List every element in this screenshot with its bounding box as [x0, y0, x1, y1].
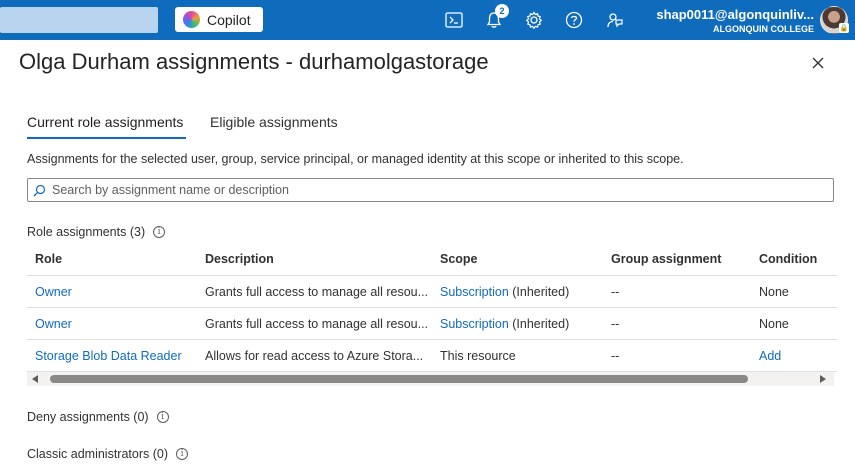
close-button[interactable] [808, 53, 828, 73]
condition-value: None [759, 284, 789, 299]
settings-gear-icon[interactable] [522, 8, 546, 32]
column-header-description[interactable]: Description [205, 243, 433, 275]
classic-administrators-label: Classic administrators (0) [27, 447, 169, 461]
role-assignments-table: Role Description Scope Group assignment … [27, 243, 837, 372]
group-assignment-value: -- [611, 284, 620, 299]
role-link[interactable]: Storage Blob Data Reader [35, 340, 200, 371]
info-icon[interactable]: i [156, 411, 169, 423]
lock-icon: 🔒 [839, 23, 849, 33]
account-name[interactable]: shap0011@algonquinliv... [644, 7, 814, 22]
scope-suffix: (Inherited) [508, 284, 570, 299]
column-header-group-assignment[interactable]: Group assignment [611, 243, 751, 275]
classic-administrators-heading: Classic administrators (0) i [27, 447, 189, 461]
role-assignments-heading: Role assignments (3) i [27, 225, 166, 239]
copilot-button[interactable]: Copilot [175, 7, 263, 32]
group-assignment-value: -- [611, 316, 620, 331]
scope-link[interactable]: Subscription [440, 285, 509, 299]
role-description: Grants full access to manage all resou..… [205, 316, 429, 331]
scrollbar-thumb[interactable] [50, 375, 748, 383]
condition-value: None [759, 316, 789, 331]
role-description: Grants full access to manage all resou..… [205, 284, 429, 299]
table-row: Storage Blob Data Reader Allows for read… [27, 340, 837, 372]
search-icon [33, 184, 46, 196]
tab-current-role-assignments[interactable]: Current role assignments [27, 114, 183, 130]
scope-link[interactable]: Subscription [440, 317, 509, 331]
tab-eligible-assignments[interactable]: Eligible assignments [210, 114, 338, 130]
table-row: Owner Grants full access to manage all r… [27, 308, 837, 340]
horizontal-scrollbar[interactable] [27, 372, 834, 386]
scope-suffix: (Inherited) [508, 316, 570, 331]
role-link[interactable]: Owner [35, 276, 200, 307]
add-condition-link[interactable]: Add [759, 340, 837, 371]
info-icon[interactable]: i [176, 448, 189, 460]
role-assignments-label: Role assignments (3) [27, 225, 146, 239]
assignments-description: Assignments for the selected user, group… [27, 152, 684, 166]
scope-cell: Subscription (Inherited) [440, 308, 608, 339]
scroll-right-arrow-icon[interactable] [820, 375, 826, 383]
copilot-icon [183, 11, 200, 28]
column-header-condition[interactable]: Condition [759, 243, 837, 275]
feedback-icon[interactable] [603, 8, 627, 32]
assignment-search-input[interactable] [52, 183, 812, 197]
table-header-row: Role Description Scope Group assignment … [27, 243, 837, 276]
deny-assignments-heading: Deny assignments (0) i [27, 410, 169, 424]
role-link[interactable]: Owner [35, 308, 200, 339]
info-icon[interactable]: i [153, 226, 166, 238]
scroll-left-arrow-icon[interactable] [32, 375, 38, 383]
copilot-label: Copilot [207, 11, 251, 28]
scope-cell: Subscription (Inherited) [440, 276, 608, 307]
assignment-search-field[interactable] [27, 178, 834, 202]
close-icon [812, 57, 824, 69]
deny-assignments-label: Deny assignments (0) [27, 410, 149, 424]
table-row: Owner Grants full access to manage all r… [27, 276, 837, 308]
top-navigation-bar: Copilot 2 shap0011@algonquinliv... ALGON… [0, 0, 855, 40]
cloud-shell-icon[interactable] [442, 8, 466, 32]
panel-title: Olga Durham assignments - durhamolgastor… [19, 49, 489, 74]
active-tab-indicator [27, 137, 186, 139]
role-description: Allows for read access to Azure Stora... [205, 348, 424, 363]
group-assignment-value: -- [611, 348, 620, 363]
account-organization[interactable]: ALGONQUIN COLLEGE [644, 24, 814, 34]
column-header-role[interactable]: Role [35, 243, 200, 275]
column-header-scope[interactable]: Scope [440, 243, 608, 275]
scope-text: This resource [440, 348, 516, 363]
notification-count-badge: 2 [495, 4, 509, 18]
global-search-box[interactable] [0, 7, 158, 33]
help-question-icon[interactable] [562, 8, 586, 32]
